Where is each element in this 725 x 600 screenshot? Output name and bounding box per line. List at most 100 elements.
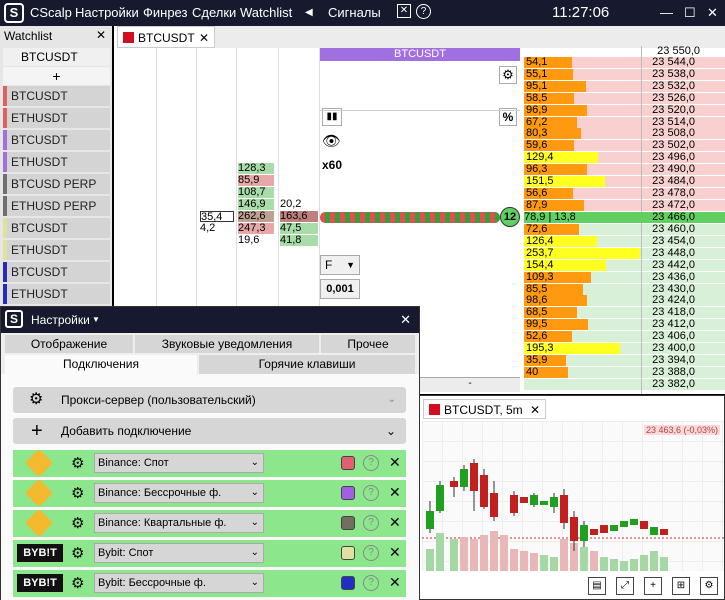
gear-icon[interactable]: ⚙ (71, 454, 84, 472)
bid-row[interactable]: 85,5 23 430,0 (524, 283, 725, 295)
connection-color-swatch[interactable] (341, 456, 355, 470)
dom-toggle-icon[interactable]: ▤ (588, 577, 606, 595)
ask-row[interactable]: 56,6 23 478,0 (524, 187, 725, 199)
ask-row[interactable]: 151,5 23 484,0 (524, 176, 725, 187)
help-icon[interactable]: ? (363, 515, 379, 531)
gear-icon[interactable]: ⚙ (71, 484, 84, 502)
bid-row[interactable]: 98,6 23 424,0 (524, 295, 725, 307)
watchlist-add-button[interactable]: + (3, 67, 110, 85)
settings-title[interactable]: Настройки (31, 313, 90, 327)
close-window-icon[interactable]: ✕ (707, 5, 718, 21)
watchlist-item[interactable]: ETHUSD PERP (3, 196, 110, 216)
watchlist-close-icon[interactable]: ✕ (96, 28, 106, 42)
watchlist-item[interactable]: ETHUSDT (3, 152, 110, 172)
settings-dropdown-icon[interactable]: ▼ (92, 315, 100, 324)
remove-connection-icon[interactable]: ✕ (389, 574, 401, 591)
watchlist-item[interactable]: BTCUSDT (3, 130, 110, 150)
watchlist-item[interactable]: BTCUSDT (3, 218, 110, 238)
bid-row[interactable]: 23 382,0 (524, 378, 725, 390)
watchlist-first[interactable]: BTCUSDT (3, 48, 110, 66)
remove-connection-icon[interactable]: ✕ (389, 454, 401, 471)
connection-select[interactable]: Bybit: Спот ⌄ (94, 543, 264, 563)
gear-icon[interactable]: ⚙ (499, 66, 517, 84)
bid-row[interactable]: 35,9 23 394,0 (524, 354, 725, 366)
volume-value: 253,7 (526, 246, 554, 259)
connection-select[interactable]: Bybit: Бессрочные ф. ⌄ (94, 573, 264, 593)
bid-row[interactable]: 68,5 23 418,0 (524, 307, 725, 319)
bid-row[interactable]: 126,4 23 454,0 (524, 235, 725, 247)
ask-row[interactable]: 95,1 23 532,0 (524, 80, 725, 92)
proxy-row[interactable]: ⚙ Прокси-сервер (пользовательский) ⌄ (13, 387, 406, 413)
ask-row[interactable]: 55,1 23 538,0 (524, 68, 725, 80)
tab-connections[interactable]: Подключения (5, 355, 197, 374)
ask-row[interactable]: 129,4 23 496,0 (524, 152, 725, 164)
chart-tab-close-icon[interactable]: ✕ (530, 400, 540, 420)
add-indicator-icon[interactable]: ⊞ (672, 577, 690, 595)
settings-close-icon[interactable]: ✕ (400, 312, 411, 328)
tab-sound[interactable]: Звуковые уведомления (135, 335, 319, 353)
remove-connection-icon[interactable]: ✕ (389, 544, 401, 561)
gear-icon[interactable]: ⚙ (71, 574, 84, 592)
tab-other[interactable]: Прочее (321, 335, 415, 353)
remove-connection-icon[interactable]: ✕ (389, 514, 401, 531)
bid-row[interactable]: 154,4 23 442,0 (524, 259, 725, 271)
ask-row[interactable]: 96,9 23 520,0 (524, 104, 725, 116)
menu-deals[interactable]: Сделки (192, 5, 236, 20)
ticker-tab[interactable]: BTCUSDT ✕ (117, 26, 215, 48)
watchlist-item[interactable]: BTCUSDT (3, 86, 110, 106)
add-connection-row[interactable]: + Добавить подключение ⌄ (13, 418, 406, 444)
bid-row[interactable]: 40 23 388,0 (524, 366, 725, 378)
ask-row[interactable]: 87,9 23 472,0 (524, 199, 725, 211)
ask-row[interactable]: 59,6 23 502,0 (524, 140, 725, 152)
connection-select[interactable]: Binance: Спот ⌄ (94, 453, 264, 473)
connection-color-swatch[interactable] (341, 516, 355, 530)
menu-settings[interactable]: Настройки (75, 5, 139, 20)
menu-finrez[interactable]: Финрез (143, 5, 187, 20)
chart-settings-icon[interactable]: ⚙ (700, 577, 718, 595)
remove-connection-icon[interactable]: ✕ (389, 484, 401, 501)
arrow-left-icon[interactable]: ◀ (305, 7, 313, 18)
connection-color-swatch[interactable] (341, 546, 355, 560)
menu-watchlist[interactable]: Watchlist (240, 5, 292, 20)
watchlist-item[interactable]: ETHUSDT (3, 240, 110, 260)
help-icon[interactable]: ? (363, 455, 379, 471)
help-icon[interactable]: ? (363, 485, 379, 501)
tab-hotkeys[interactable]: Горячие клавиши (199, 355, 415, 374)
ticker-tab-close-icon[interactable]: ✕ (199, 27, 209, 49)
connection-color-swatch[interactable] (341, 486, 355, 500)
bid-row[interactable]: 195,3 23 400,0 (524, 343, 725, 354)
popout-icon[interactable]: ⤢ (616, 577, 634, 595)
eye-icon[interactable]: 👁 (322, 132, 341, 150)
watchlist-item[interactable]: BTCUSD PERP (3, 174, 110, 194)
chart-tab[interactable]: BTCUSDT, 5m ✕ (423, 399, 546, 419)
ask-row[interactable]: 58,5 23 526,0 (524, 92, 725, 104)
step-value[interactable]: 0,001 (320, 279, 360, 299)
connection-color-swatch[interactable] (341, 576, 355, 590)
connection-select[interactable]: Binance: Квартальные ф. ⌄ (94, 513, 264, 533)
bid-row[interactable]: 52,6 23 406,0 (524, 331, 725, 343)
gear-icon[interactable]: ⚙ (71, 514, 84, 532)
f-select[interactable]: F ▼ (320, 255, 360, 275)
bid-row[interactable]: 109,3 23 436,0 (524, 271, 725, 283)
bid-row[interactable]: 72,6 23 460,0 (524, 224, 725, 235)
bid-row[interactable]: 253,7 23 448,0 (524, 246, 725, 259)
connection-select[interactable]: Binance: Бессрочные ф. ⌄ (94, 483, 264, 503)
help-icon[interactable]: ? (363, 545, 379, 561)
gear-icon[interactable]: ⚙ (71, 544, 84, 562)
bid-row[interactable]: 99,5 23 412,0 (524, 319, 725, 331)
watchlist-item[interactable]: ETHUSDT (3, 284, 110, 304)
ask-row[interactable]: 54,1 23 544,0 (524, 57, 725, 68)
minimize-icon[interactable]: — (660, 5, 673, 20)
menu-signals[interactable]: Сигналы (328, 5, 381, 20)
ask-row[interactable]: 80,3 23 508,0 (524, 128, 725, 140)
ask-row[interactable]: 67,2 23 514,0 (524, 116, 725, 128)
watchlist-item[interactable]: BTCUSDT (3, 262, 110, 282)
help-icon[interactable]: ? (416, 4, 431, 19)
tab-display[interactable]: Отображение (5, 335, 133, 353)
help-icon[interactable]: ? (363, 575, 379, 591)
add-chart-icon[interactable]: + (644, 577, 662, 595)
maximize-icon[interactable]: ☐ (684, 5, 696, 21)
ask-row[interactable]: 96,3 23 490,0 (524, 164, 725, 176)
watchlist-item[interactable]: ETHUSDT (3, 108, 110, 128)
close-signals-icon[interactable]: ✕ (397, 4, 411, 18)
